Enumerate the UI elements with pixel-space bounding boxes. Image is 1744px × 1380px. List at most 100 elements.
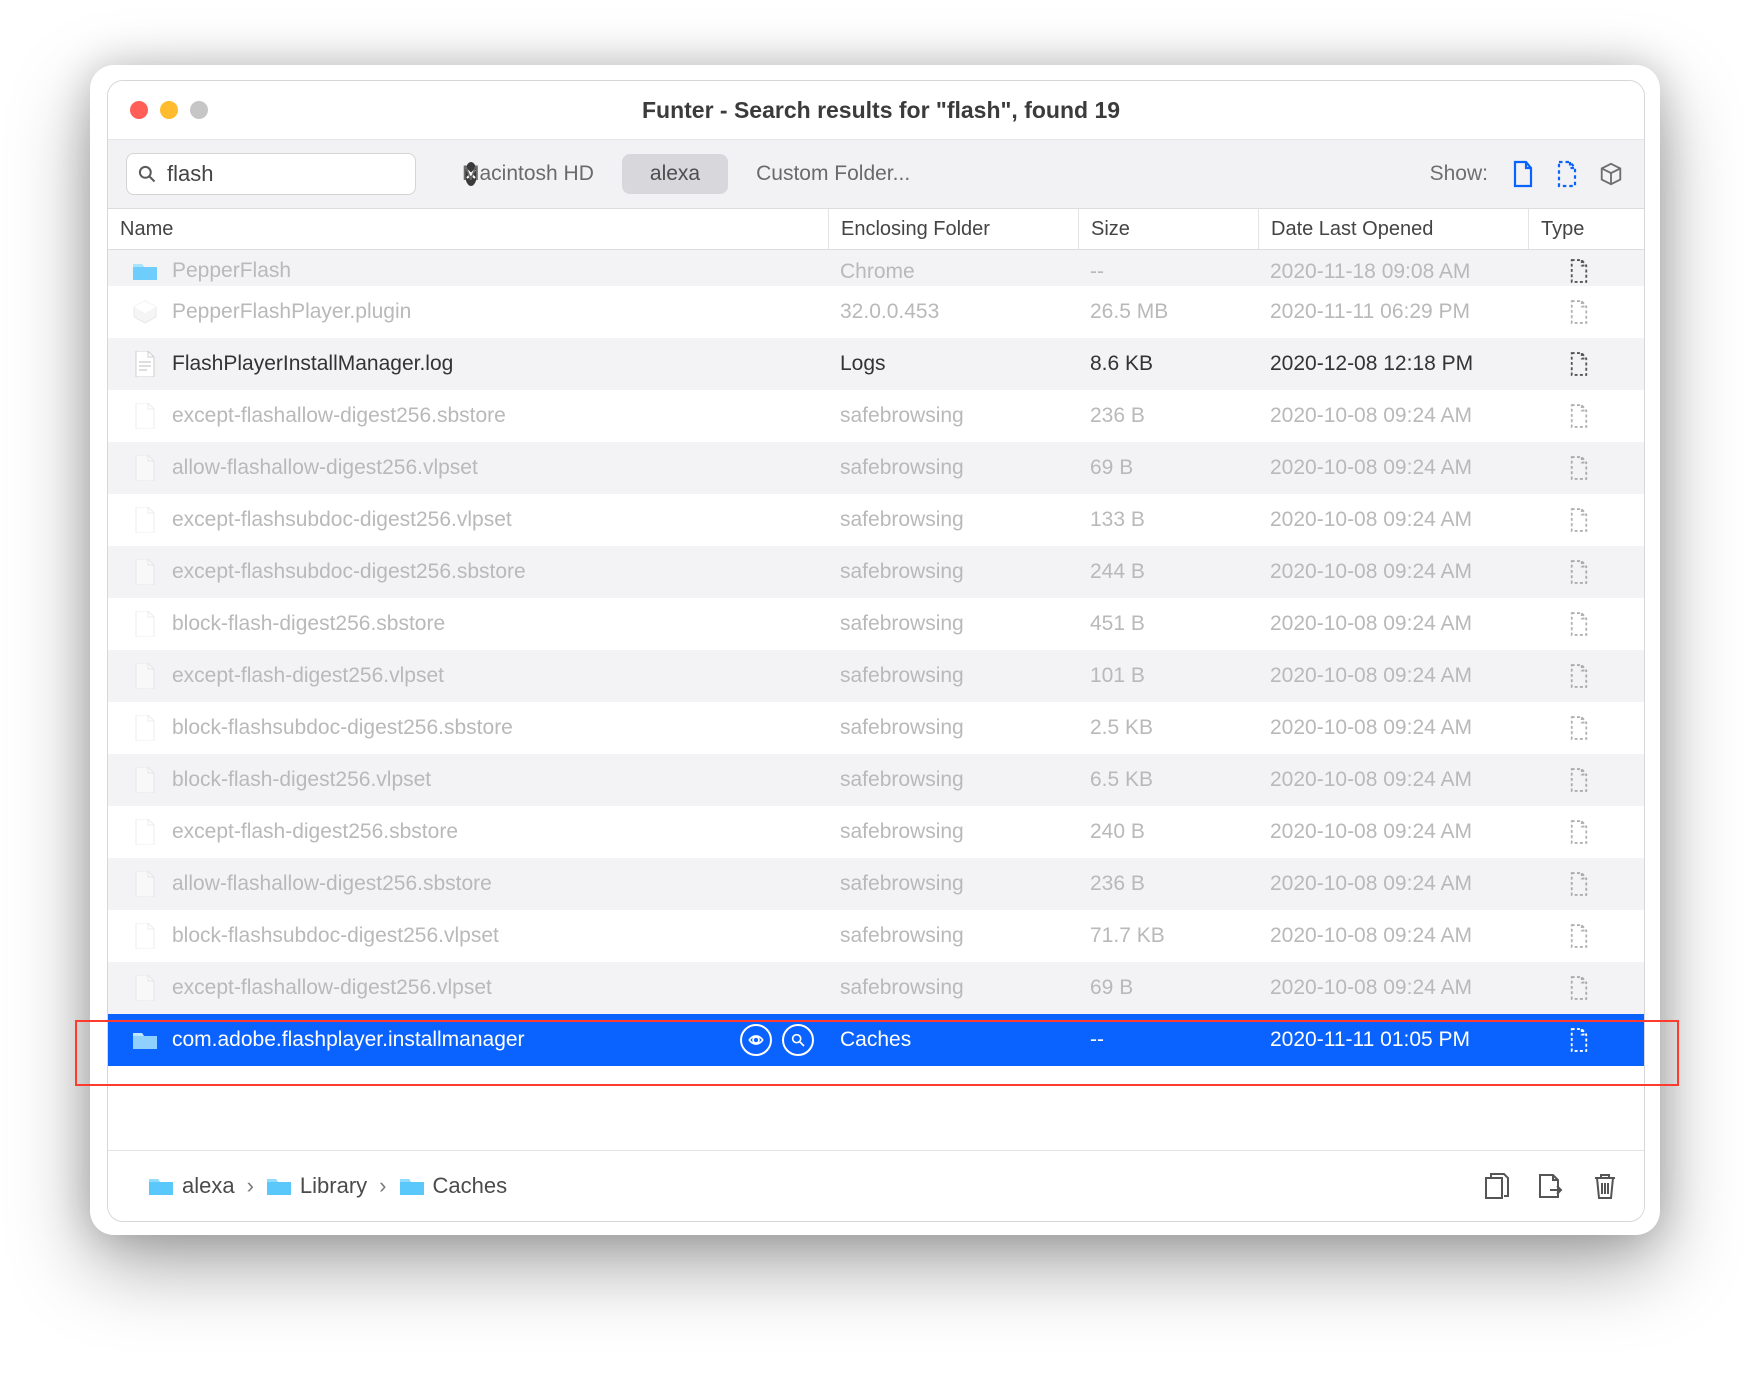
- show-hidden-files-icon[interactable]: [1554, 159, 1580, 189]
- quicklook-button[interactable]: [740, 1024, 772, 1056]
- file-name: except-flashsubdoc-digest256.sbstore: [172, 560, 526, 584]
- plugin-icon: [132, 299, 158, 325]
- file-name: except-flashallow-digest256.vlpset: [172, 976, 492, 1000]
- file-size: 2.5 KB: [1078, 716, 1258, 740]
- file-icon: [132, 975, 158, 1001]
- window-title: Funter - Search results for "flash", fou…: [208, 97, 1644, 124]
- type-indicator-icon: [1528, 611, 1618, 637]
- reveal-button[interactable]: [1536, 1171, 1566, 1201]
- table-row-selected[interactable]: com.adobe.flashplayer.installmanagerCach…: [108, 1014, 1644, 1066]
- path-segment-1[interactable]: Library: [266, 1173, 367, 1199]
- date-last-opened: 2020-10-08 09:24 AM: [1258, 820, 1528, 844]
- enclosing-folder: safebrowsing: [828, 976, 1078, 1000]
- reveal-in-finder-button[interactable]: [782, 1024, 814, 1056]
- type-indicator-icon: [1528, 923, 1618, 949]
- search-input[interactable]: [165, 160, 457, 188]
- table-row[interactable]: except-flashsubdoc-digest256.vlpsetsafeb…: [108, 494, 1644, 546]
- table-row[interactable]: block-flashsubdoc-digest256.vlpsetsafebr…: [108, 910, 1644, 962]
- path-actions: [1482, 1171, 1620, 1201]
- file-name: block-flash-digest256.sbstore: [172, 612, 445, 636]
- table-row[interactable]: except-flashallow-digest256.sbstoresafeb…: [108, 390, 1644, 442]
- enclosing-folder: safebrowsing: [828, 924, 1078, 948]
- file-size: --: [1078, 260, 1258, 284]
- file-size: 451 B: [1078, 612, 1258, 636]
- minimize-window-button[interactable]: [160, 101, 178, 119]
- table-row[interactable]: allow-flashallow-digest256.vlpsetsafebro…: [108, 442, 1644, 494]
- file-name: except-flashsubdoc-digest256.vlpset: [172, 508, 512, 532]
- scope-macintosh-hd[interactable]: Macintosh HD: [434, 154, 622, 194]
- file-size: 236 B: [1078, 404, 1258, 428]
- date-last-opened: 2020-11-11 06:29 PM: [1258, 300, 1528, 324]
- date-last-opened: 2020-10-08 09:24 AM: [1258, 508, 1528, 532]
- file-icon: [132, 455, 158, 481]
- file-size: 26.5 MB: [1078, 300, 1258, 324]
- table-row[interactable]: except-flashsubdoc-digest256.sbstore safe…: [108, 546, 1644, 598]
- zoom-window-button[interactable]: [190, 101, 208, 119]
- path-segment-0[interactable]: alexa: [148, 1173, 235, 1199]
- date-last-opened: 2020-10-08 09:24 AM: [1258, 612, 1528, 636]
- type-indicator-icon: [1528, 403, 1618, 429]
- scope-custom-folder[interactable]: Custom Folder...: [728, 154, 938, 194]
- type-indicator-icon: [1528, 299, 1618, 325]
- scope-user[interactable]: alexa: [622, 154, 728, 194]
- file-size: 69 B: [1078, 456, 1258, 480]
- folder-icon: [132, 258, 158, 284]
- file-size: --: [1078, 1028, 1258, 1052]
- enclosing-folder: safebrowsing: [828, 404, 1078, 428]
- file-icon: [132, 923, 158, 949]
- column-header-enclosing[interactable]: Enclosing Folder: [828, 209, 1078, 249]
- table-row[interactable]: except-flash-digest256.sbstoresafebrowsi…: [108, 806, 1644, 858]
- file-icon: [132, 403, 158, 429]
- type-indicator-icon: [1528, 715, 1618, 741]
- trash-button[interactable]: [1590, 1171, 1620, 1201]
- table-row[interactable]: PepperFlashChrome--2020-11-18 09:08 AM: [108, 250, 1644, 286]
- type-indicator-icon: [1528, 663, 1618, 689]
- table-row[interactable]: block-flash-digest256.vlpset safebrowsing…: [108, 754, 1644, 806]
- window-controls: [108, 101, 208, 119]
- show-packages-icon[interactable]: [1598, 159, 1624, 189]
- type-indicator-icon: [1528, 1027, 1618, 1053]
- table-header: Name Enclosing Folder Size Date Last Ope…: [108, 209, 1644, 250]
- file-size: 133 B: [1078, 508, 1258, 532]
- enclosing-folder: safebrowsing: [828, 664, 1078, 688]
- result-list: PepperFlashChrome--2020-11-18 09:08 AMPe…: [108, 250, 1644, 1066]
- date-last-opened: 2020-10-08 09:24 AM: [1258, 872, 1528, 896]
- table-row[interactable]: PepperFlashPlayer.plugin32.0.0.45326.5 M…: [108, 286, 1644, 338]
- file-name: block-flash-digest256.vlpset: [172, 768, 431, 792]
- column-header-date[interactable]: Date Last Opened: [1258, 209, 1528, 249]
- chevron-right-icon: ›: [379, 1173, 386, 1199]
- column-header-size[interactable]: Size: [1078, 209, 1258, 249]
- file-size: 244 B: [1078, 560, 1258, 584]
- enclosing-folder: safebrowsing: [828, 768, 1078, 792]
- type-indicator-icon: [1528, 819, 1618, 845]
- show-visible-files-icon[interactable]: [1510, 159, 1536, 189]
- file-icon: [132, 611, 158, 637]
- table-row[interactable]: except-flashallow-digest256.vlpset safebr…: [108, 962, 1644, 1014]
- table-row[interactable]: block-flash-digest256.sbstoresafebrowsin…: [108, 598, 1644, 650]
- file-icon: [132, 507, 158, 533]
- type-indicator-icon: [1528, 258, 1618, 284]
- file-size: 101 B: [1078, 664, 1258, 688]
- copy-button[interactable]: [1482, 1171, 1512, 1201]
- column-header-type[interactable]: Type: [1528, 209, 1618, 249]
- enclosing-folder: safebrowsing: [828, 820, 1078, 844]
- file-name: com.adobe.flashplayer.installmanager: [172, 1028, 525, 1052]
- title-bar: Funter - Search results for "flash", fou…: [108, 81, 1644, 140]
- show-filters: [1510, 159, 1624, 189]
- table-row[interactable]: block-flashsubdoc-digest256.sbstoresafeb…: [108, 702, 1644, 754]
- scope-selector: Macintosh HD alexa Custom Folder...: [434, 154, 938, 194]
- file-size: 240 B: [1078, 820, 1258, 844]
- close-window-button[interactable]: [130, 101, 148, 119]
- table-row[interactable]: allow-flashallow-digest256.sbstoresafebr…: [108, 858, 1644, 910]
- path-segment-1-label: Library: [300, 1173, 367, 1199]
- column-header-name[interactable]: Name: [108, 209, 828, 249]
- file-size: 69 B: [1078, 976, 1258, 1000]
- table-row[interactable]: FlashPlayerInstallManager.logLogs8.6 KB2…: [108, 338, 1644, 390]
- enclosing-folder: safebrowsing: [828, 716, 1078, 740]
- path-segment-2[interactable]: Caches: [399, 1173, 508, 1199]
- enclosing-folder: safebrowsing: [828, 560, 1078, 584]
- date-last-opened: 2020-10-08 09:24 AM: [1258, 924, 1528, 948]
- table-row[interactable]: except-flash-digest256.vlpsetsafebrowsin…: [108, 650, 1644, 702]
- search-field[interactable]: [126, 153, 416, 195]
- folder-icon: [132, 1027, 158, 1053]
